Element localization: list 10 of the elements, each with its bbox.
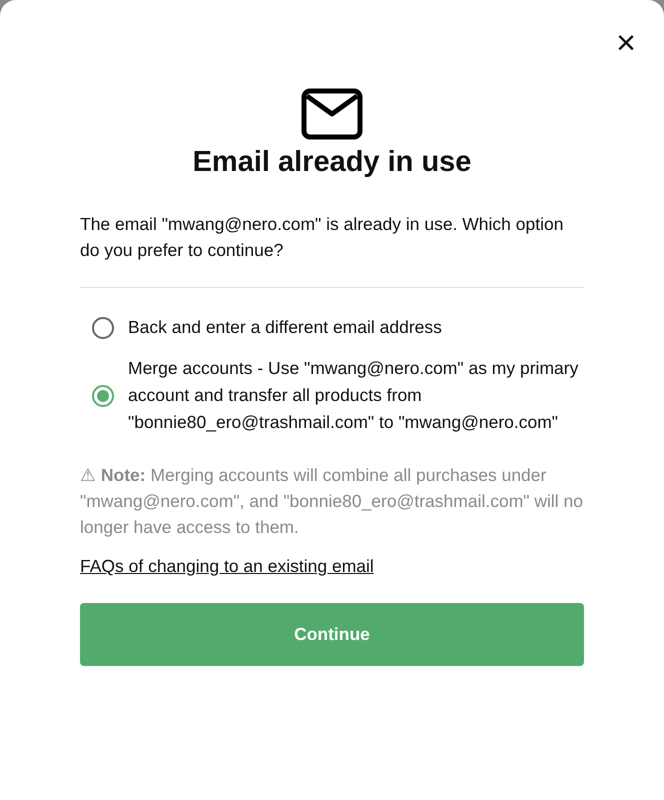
- dialog-title: Email already in use: [192, 146, 472, 179]
- radio-button[interactable]: [92, 384, 114, 406]
- envelope-icon: [301, 88, 363, 140]
- note-text: ⚠ Note: Merging accounts will combine all purchases under "mwang@nero.com", and "bonnie80_ero@trashmail.com" will no longer have access to them.: [80, 464, 584, 539]
- option-label[interactable]: Back and enter a different email address: [128, 314, 442, 341]
- radio-button[interactable]: [92, 316, 114, 338]
- close-button[interactable]: ×: [616, 30, 636, 56]
- faq-link[interactable]: FAQs of changing to an existing email: [80, 556, 374, 577]
- message-text: The email "mwang@nero.com" is already in use. Which option do you prefer to continue?: [80, 213, 564, 262]
- option-label[interactable]: Merge accounts - Use "mwang@nero.com" as my primary account and transfer all products from "bonnie80_ero@trashmail.com" to "mwang@nero.com": [128, 355, 584, 436]
